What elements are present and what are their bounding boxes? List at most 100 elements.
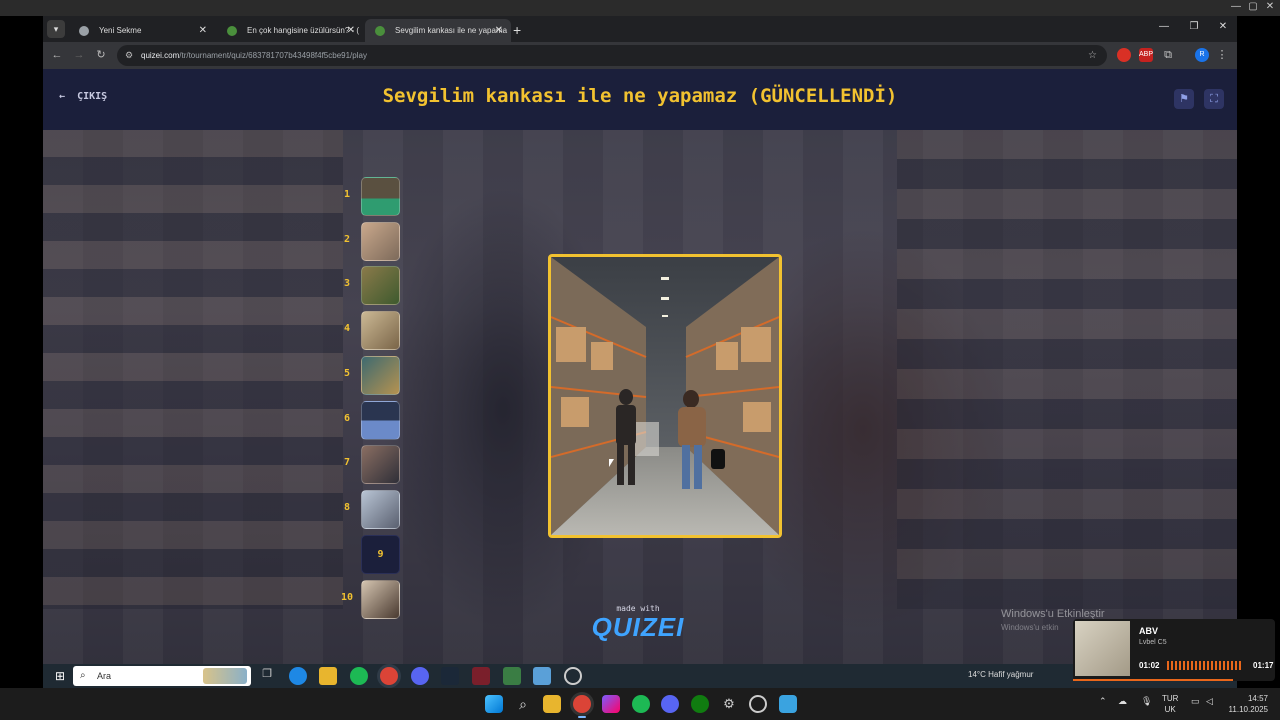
discord-icon[interactable] [411,667,429,685]
round-thumbnail [361,490,400,529]
address-bar[interactable]: ⚙ quizei.com/tr/tournament/quiz/68378170… [117,45,1107,66]
settings-app-icon[interactable] [533,667,551,685]
round-thumbnail [361,177,400,216]
new-tab-button[interactable]: + [513,19,521,41]
volume-icon[interactable]: ◁ [1206,696,1213,707]
network-icon[interactable]: ▭ [1191,696,1200,707]
round-item[interactable]: 3 [339,266,403,306]
onedrive-icon[interactable]: ☁ [1118,696,1127,707]
valorant-icon[interactable] [472,667,490,685]
track-artist: Lvbel C5 [1139,639,1167,646]
quiz-title: Sevgilim kankası ile ne yapamaz (GÜNCELL… [382,85,898,107]
spotify-icon[interactable] [632,695,650,713]
url-path: /tr/tournament/quiz/683781707b43498f4f5c… [179,51,367,60]
adblock-icon[interactable]: ABP [1139,48,1153,62]
discord-icon[interactable] [661,695,679,713]
flag-icon: ⚑ [1179,93,1189,105]
round-number: 4 [343,323,351,334]
search-placeholder: Ara [97,671,112,681]
round-item[interactable]: 5 [339,356,403,396]
mouse-cursor-icon [609,459,614,467]
system-clock[interactable]: 14:57 11.10.2025 [1222,693,1268,715]
app-f-icon[interactable] [779,695,797,713]
round-number: 6 [343,413,351,424]
chrome-icon[interactable] [380,667,398,685]
tab-search-button[interactable]: ▾ [47,20,65,38]
search-icon: ⌕ [80,670,86,681]
inner-taskbar: ⊞ ⌕ Ara ❐ 14°C Hafif yağmur [43,664,1237,688]
browser-restore-button[interactable]: ❐ [1185,21,1203,32]
back-arrow-icon[interactable]: ← [49,47,65,63]
forward-arrow-icon[interactable]: → [71,47,87,63]
taskbar-search-input[interactable]: ⌕ Ara [73,666,251,686]
close-button[interactable]: ✕ [1260,1,1280,12]
round-item-current[interactable]: 9 [339,535,403,575]
browser-menu-icon[interactable]: ⋮ [1215,48,1229,62]
copilot-icon[interactable] [602,695,620,713]
round-number: 2 [343,234,351,245]
round-number: 7 [343,457,351,468]
steam-icon[interactable] [441,667,459,685]
extensions-puzzle-icon[interactable]: ⧉ [1161,48,1175,62]
spotify-icon[interactable] [350,667,368,685]
music-player-widget[interactable]: ABV Lvbel C5 01:02 01:17 [1073,619,1275,681]
browser-minimize-button[interactable]: — [1155,21,1173,32]
fullscreen-icon: ⛶ [1210,93,1218,105]
round-item[interactable]: 6 [339,401,403,441]
chevron-up-icon[interactable]: ⌃ [1099,696,1107,707]
minecraft-icon[interactable] [503,667,521,685]
tab-sevgilim-kankasi[interactable]: Sevgilim kankası ile ne yapama ✕ [365,19,511,42]
round-item[interactable]: 4 [339,311,403,351]
globe-icon [79,26,89,36]
settings-gear-icon[interactable]: ⚙ [720,695,738,713]
quiz-page: ← ÇIKIŞ Sevgilim kankası ile ne yapamaz … [43,69,1237,664]
round-item[interactable]: 10 [339,580,403,620]
waveform [1167,661,1241,670]
browser-close-button[interactable]: ✕ [1214,21,1232,32]
round-current-slot: 9 [361,535,400,574]
browser-toolbar: ← → ↻ ⚙ quizei.com/tr/tournament/quiz/68… [43,42,1237,69]
edge-icon[interactable] [289,667,307,685]
elapsed-time: 01:02 [1139,661,1160,670]
obs-icon[interactable] [749,695,767,713]
os-window-bar: — ▢ ✕ [0,0,1280,16]
red-extension-icon[interactable] [1117,48,1131,62]
profile-avatar[interactable]: R [1195,48,1209,62]
chrome-icon[interactable] [573,695,591,713]
clock-time: 14:57 [1247,694,1268,703]
round-item[interactable]: 7 [339,445,403,485]
report-flag-button[interactable]: ⚑ [1174,89,1194,109]
tab-title: En çok hangisine üzülürsün? - ( [247,26,360,35]
round-item[interactable]: 2 [339,222,403,262]
tab-close-icon[interactable]: ✕ [347,19,355,42]
tab-yeni-sekme[interactable]: Yeni Sekme ✕ [69,19,215,42]
language-indicator[interactable]: TUR UK [1162,693,1178,715]
album-art [1075,621,1130,676]
task-view-icon[interactable]: ❐ [258,667,276,685]
xbox-icon[interactable] [691,695,709,713]
reload-icon[interactable]: ↻ [93,47,109,63]
round-item[interactable]: 1 [339,177,403,217]
weather-widget[interactable]: 14°C Hafif yağmur [968,670,1033,679]
microphone-icon[interactable]: 🎙 [1141,696,1152,707]
tab-close-icon[interactable]: ✕ [199,19,207,42]
round-thumbnail [361,266,400,305]
progress-bar[interactable] [1073,679,1233,681]
quizei-logo[interactable]: QUIZEI [573,612,703,643]
round-thumbnail [361,356,400,395]
tab-title: Yeni Sekme [99,26,142,35]
windows-start-icon[interactable]: ⊞ [51,667,69,685]
obs-icon[interactable] [564,667,582,685]
tab-en-cok-hangisine[interactable]: En çok hangisine üzülürsün? - ( ✕ [217,19,363,42]
windows-start-icon[interactable] [485,695,503,713]
fullscreen-button[interactable]: ⛶ [1204,89,1224,109]
file-explorer-icon[interactable] [543,695,561,713]
tab-close-icon[interactable]: ✕ [495,19,503,42]
search-icon[interactable]: ⌕ [514,695,532,713]
quiz-image-card[interactable] [548,254,782,538]
quiz-header: ← ÇIKIŞ Sevgilim kankası ile ne yapamaz … [43,69,1237,130]
file-explorer-icon[interactable] [319,667,337,685]
bookmark-star-icon[interactable]: ☆ [1088,45,1097,66]
site-info-icon[interactable]: ⚙ [125,45,133,66]
round-item[interactable]: 8 [339,490,403,530]
